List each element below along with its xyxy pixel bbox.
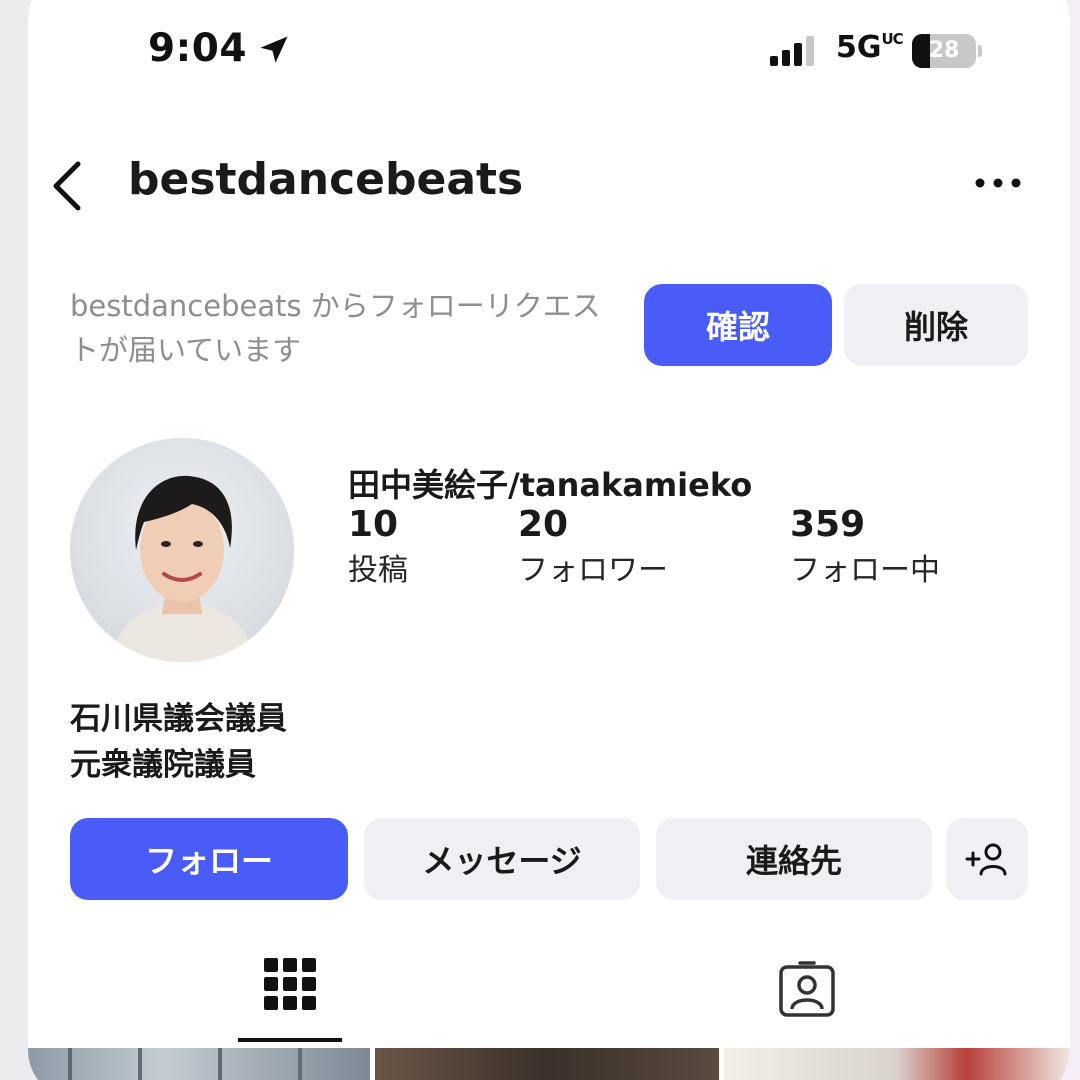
status-time: 9:04	[148, 26, 248, 71]
network-indicator: 5GUC	[836, 30, 904, 65]
add-person-icon	[965, 843, 1007, 876]
contact-button[interactable]: 連絡先	[656, 818, 932, 900]
battery-level: 28	[928, 38, 960, 63]
phone-screen: 9:04 5GUC 28 bestdancebeats bestdancebea…	[28, 0, 1070, 1080]
post-thumbnail[interactable]	[375, 1048, 719, 1080]
cellular-signal-icon	[770, 36, 814, 66]
network-type: 5G	[836, 30, 882, 65]
tagged-person-icon[interactable]	[778, 960, 836, 1018]
stat-posts[interactable]: 10 投稿	[348, 504, 408, 589]
message-button[interactable]: メッセージ	[364, 818, 640, 900]
add-friend-button[interactable]	[946, 818, 1028, 900]
grid-icon[interactable]	[264, 958, 316, 1010]
location-arrow-icon	[260, 36, 288, 63]
stat-posts-count: 10	[348, 504, 399, 545]
network-sub: UC	[881, 30, 904, 48]
bio-line: 石川県議会議員	[70, 701, 287, 737]
profile-photo	[70, 438, 294, 662]
post-thumbnail[interactable]	[724, 1048, 1070, 1080]
page-title-username: bestdancebeats	[128, 154, 524, 205]
avatar[interactable]	[70, 438, 294, 662]
delete-request-button[interactable]: 削除	[844, 284, 1028, 366]
post-thumbnail[interactable]	[28, 1048, 370, 1080]
stat-posts-label: 投稿	[348, 553, 408, 588]
back-chevron-icon[interactable]	[48, 158, 88, 214]
battery-icon: 28	[912, 34, 982, 68]
confirm-request-button[interactable]: 確認	[644, 284, 832, 366]
stat-following-count: 359	[790, 504, 866, 545]
bio: 石川県議会議員 元衆議院議員	[70, 696, 287, 788]
active-tab-indicator	[238, 1038, 342, 1042]
stat-followers-count: 20	[518, 504, 569, 545]
stat-following[interactable]: 359 フォロー中	[790, 504, 940, 589]
more-options-icon[interactable]	[972, 170, 1024, 196]
stat-followers-label: フォロワー	[518, 553, 668, 588]
follow-button[interactable]: フォロー	[70, 818, 348, 900]
follow-request-text: bestdancebeats からフォローリクエストが届いています	[70, 289, 601, 367]
post-image	[68, 1048, 302, 1080]
bio-line: 元衆議院議員	[70, 747, 256, 783]
stat-followers[interactable]: 20 フォロワー	[518, 504, 668, 589]
stat-following-label: フォロー中	[790, 553, 940, 588]
display-name: 田中美絵子/tanakamieko	[348, 466, 753, 504]
